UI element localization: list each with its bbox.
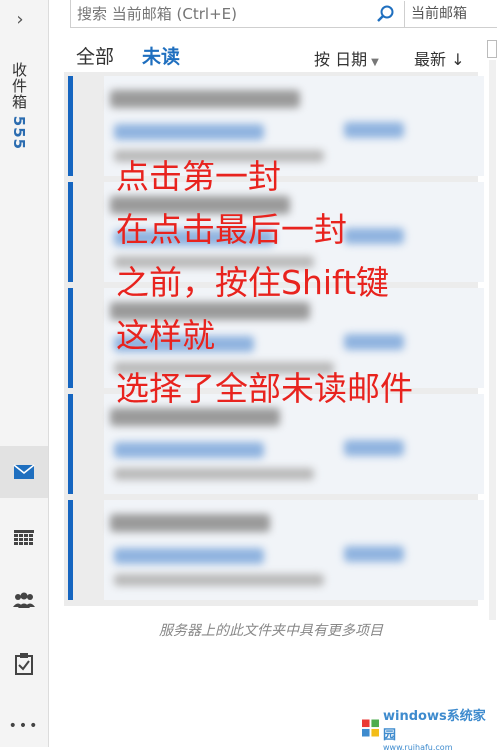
search-button[interactable]: [368, 1, 404, 27]
search-icon: [377, 5, 394, 22]
annotation-line: 在点击最后一封: [116, 210, 347, 249]
filter-row: 全部 未读 按 日期 ▼ 最新 ↓: [76, 42, 476, 70]
filter-all-tab[interactable]: 全部: [76, 42, 114, 69]
unread-indicator: [68, 394, 73, 494]
sort-by-label: 按 日期: [314, 50, 368, 69]
nav-calendar-button[interactable]: [0, 512, 48, 564]
nav-more-button[interactable]: •••: [0, 700, 48, 752]
nav-people-button[interactable]: [0, 574, 48, 626]
inbox-folder-name: 收件箱: [10, 62, 28, 110]
filter-unread-tab[interactable]: 未读: [142, 42, 180, 69]
more-icon: •••: [8, 718, 40, 734]
windows-logo-icon: [362, 719, 379, 737]
sort-order-toggle[interactable]: 最新 ↓: [414, 46, 465, 70]
nav-tasks-button[interactable]: [0, 638, 48, 690]
unread-indicator: [68, 182, 73, 282]
mail-icon: [13, 464, 35, 479]
expand-folder-pane-button[interactable]: ›: [10, 8, 30, 32]
annotation-line: 点击第一封: [116, 157, 281, 196]
people-icon: [13, 592, 35, 608]
server-more-items-link[interactable]: 服务器上的此文件夹中具有更多项目: [64, 620, 478, 640]
watermark-title: windows系统家园: [382, 708, 486, 743]
annotation-line: 选择了全部未读邮件: [116, 369, 413, 408]
unread-indicator: [68, 76, 73, 176]
nav-mail-button[interactable]: [0, 446, 48, 498]
search-input[interactable]: [71, 0, 368, 27]
chevron-down-icon: ▼: [371, 57, 379, 68]
unread-indicator: [68, 500, 73, 600]
inbox-folder-label[interactable]: 收件箱 555: [6, 62, 30, 150]
tasks-icon: [15, 653, 33, 675]
search-scope-dropdown[interactable]: 当前邮箱: [404, 0, 497, 27]
inbox-unread-count: 555: [10, 115, 28, 151]
message-preview-blurred: [104, 500, 484, 600]
annotation-line: 之前，按住Shift键: [116, 263, 390, 302]
watermark-url: www.ruihafu.com: [382, 742, 453, 752]
list-item[interactable]: [68, 500, 484, 600]
search-bar: 当前邮箱: [70, 0, 497, 28]
annotation-line: 这样就: [116, 316, 215, 355]
unread-indicator: [68, 288, 73, 388]
tutorial-annotation: 点击第一封 在点击最后一封 之前，按住Shift键 这样就 选择了全部未读邮件: [116, 150, 496, 415]
sort-by-dropdown[interactable]: 按 日期 ▼: [314, 46, 379, 70]
site-watermark: windows系统家园 www.ruihafu.com: [362, 709, 492, 752]
calendar-icon: [14, 530, 34, 545]
left-rail: › 收件箱 555 •••: [0, 0, 49, 747]
scrollbar-up-arrow[interactable]: [487, 40, 497, 58]
